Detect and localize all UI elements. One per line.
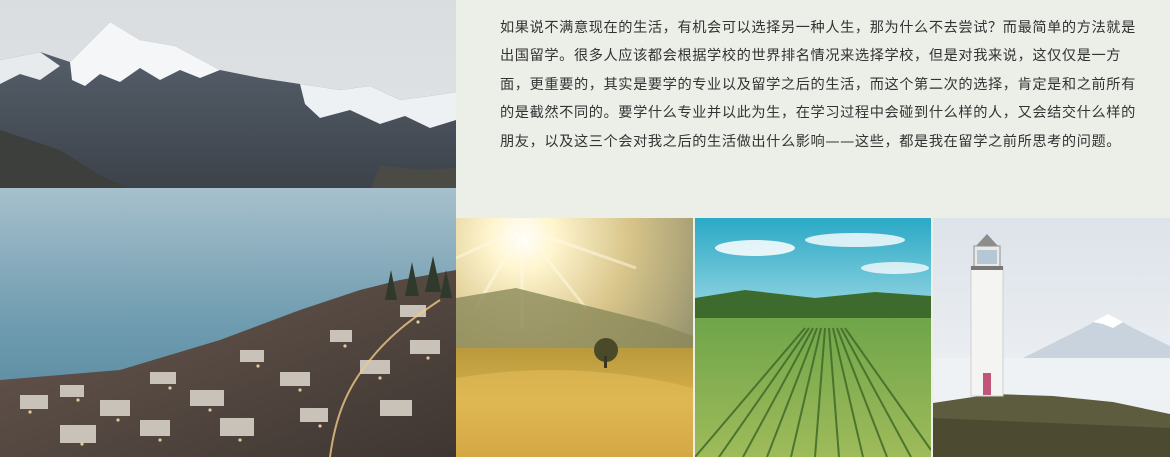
page: 如果说不满意现在的生活，有机会可以选择另一种人生，那为什么不去尝试？而最简单的方… [0,0,1170,457]
lake-mountain-town-image [0,0,456,457]
lake-mountain-town-photo [0,0,456,457]
golden-field-image [456,218,693,457]
green-vineyard-photo [695,218,931,457]
vineyard-image [695,218,931,457]
intro-paragraph: 如果说不满意现在的生活，有机会可以选择另一种人生，那为什么不去尝试？而最简单的方… [500,20,1136,150]
golden-field-sunrays-photo [456,218,693,457]
intro-text-block: 如果说不满意现在的生活，有机会可以选择另一种人生，那为什么不去尝试？而最简单的方… [456,0,1170,217]
lighthouse-image [933,218,1170,457]
white-lighthouse-photo [933,218,1170,457]
